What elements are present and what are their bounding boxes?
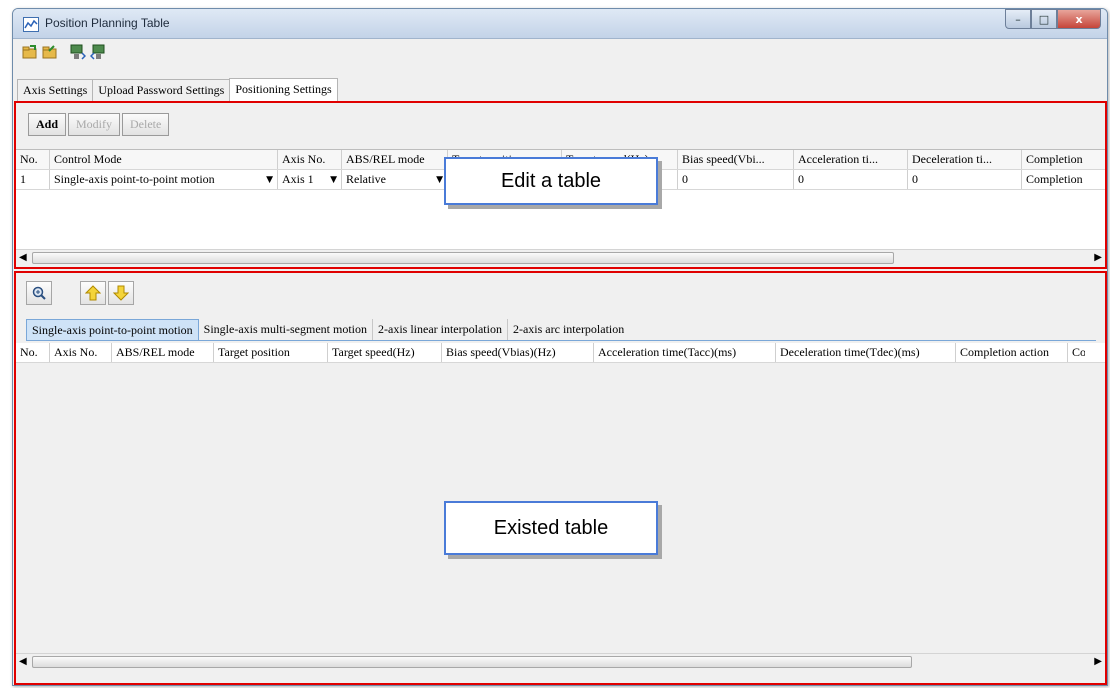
title-bar[interactable]: Position Planning Table – □ x	[13, 9, 1107, 39]
column-header[interactable]: Acceleration time(Tacc)(ms)	[594, 343, 776, 362]
tab-2-axis-arc-interpolation[interactable]: 2-axis arc interpolation	[508, 319, 629, 340]
window-controls: – □ x	[1005, 9, 1101, 29]
column-header[interactable]: Deceleration ti...	[908, 150, 1022, 169]
completion-cell[interactable]: Completion	[1022, 170, 1105, 189]
add-button[interactable]: Add	[28, 113, 67, 136]
scroll-left-icon[interactable]: ◀	[19, 656, 27, 667]
toolbar	[13, 39, 1107, 65]
bias-speed-cell[interactable]: 0	[678, 170, 794, 189]
column-header[interactable]: Axis No.	[278, 150, 342, 169]
main-tabs: Axis Settings Upload Password Settings P…	[17, 78, 338, 101]
dropdown-arrow-icon[interactable]: ▼	[436, 175, 443, 185]
dropdown-arrow-icon[interactable]: ▼	[266, 175, 273, 185]
tab-axis-settings[interactable]: Axis Settings	[17, 79, 94, 101]
column-header[interactable]: Acceleration ti...	[794, 150, 908, 169]
column-header[interactable]: ABS/REL mode	[342, 150, 448, 169]
maximize-button[interactable]: □	[1031, 9, 1057, 29]
dropdown-value: Relative	[346, 172, 386, 186]
cell-no: 1	[16, 170, 50, 189]
search-icon[interactable]	[26, 281, 52, 305]
existing-table-panel: Single-axis point-to-point motion Single…	[14, 271, 1107, 685]
minimize-button[interactable]: –	[1005, 9, 1031, 29]
scroll-thumb[interactable]	[32, 656, 912, 668]
control-mode-dropdown[interactable]: Single-axis point-to-point motion ▼	[50, 170, 278, 189]
existing-table-header: No. Axis No. ABS/REL mode Target positio…	[16, 343, 1105, 363]
column-header[interactable]: Bias speed(Vbi...	[678, 150, 794, 169]
existing-icon-row	[26, 281, 136, 305]
edit-table-callout: Edit a table	[444, 157, 658, 205]
save-folder-icon[interactable]	[41, 43, 59, 61]
delete-button[interactable]: Delete	[122, 113, 170, 136]
abs-rel-dropdown[interactable]: Relative ▼	[342, 170, 448, 189]
column-header[interactable]: Target position	[214, 343, 328, 362]
existed-table-callout: Existed table	[444, 501, 658, 555]
tab-upload-password-settings[interactable]: Upload Password Settings	[92, 79, 231, 101]
tab-2-axis-linear-interpolation[interactable]: 2-axis linear interpolation	[373, 319, 508, 340]
move-down-icon[interactable]	[108, 281, 134, 305]
download-plc-icon[interactable]	[69, 43, 87, 61]
app-chart-icon	[23, 17, 39, 32]
tab-positioning-settings[interactable]: Positioning Settings	[229, 78, 338, 101]
horizontal-scrollbar[interactable]: ◀ ▶	[16, 653, 1105, 670]
deceleration-time-cell[interactable]: 0	[908, 170, 1022, 189]
dropdown-value: Single-axis point-to-point motion	[54, 172, 215, 186]
column-header[interactable]: No.	[16, 150, 50, 169]
scroll-right-icon[interactable]: ▶	[1094, 656, 1102, 667]
window-title: Position Planning Table	[45, 16, 170, 30]
tab-single-axis-point-to-point[interactable]: Single-axis point-to-point motion	[26, 319, 199, 340]
column-header[interactable]: Completion action	[956, 343, 1068, 362]
axis-no-dropdown[interactable]: Axis 1 ▼	[278, 170, 342, 189]
close-button[interactable]: x	[1057, 9, 1101, 29]
column-header[interactable]: Co	[1068, 343, 1085, 362]
scroll-left-icon[interactable]: ◀	[19, 252, 27, 263]
column-header[interactable]: ABS/REL mode	[112, 343, 214, 362]
column-header[interactable]: Bias speed(Vbias)(Hz)	[442, 343, 594, 362]
column-header[interactable]: No.	[16, 343, 50, 362]
upload-plc-icon[interactable]	[89, 43, 107, 61]
position-planning-window: Position Planning Table – □ x Axis Setti…	[12, 8, 1108, 686]
modify-button[interactable]: Modify	[68, 113, 121, 136]
edit-table-panel: Add Modify Delete No. Control Mode Axis …	[14, 101, 1107, 269]
scroll-right-icon[interactable]: ▶	[1094, 252, 1102, 263]
scroll-thumb[interactable]	[32, 252, 894, 264]
column-header[interactable]: Axis No.	[50, 343, 112, 362]
column-header[interactable]: Control Mode	[50, 150, 278, 169]
dropdown-arrow-icon[interactable]: ▼	[330, 175, 337, 185]
acceleration-time-cell[interactable]: 0	[794, 170, 908, 189]
column-header[interactable]: Completion	[1022, 150, 1105, 169]
horizontal-scrollbar[interactable]: ◀ ▶	[16, 249, 1105, 266]
edit-button-row: Add Modify Delete	[28, 113, 170, 136]
column-header[interactable]: Target speed(Hz)	[328, 343, 442, 362]
open-folder-icon[interactable]	[21, 43, 39, 61]
dropdown-value: Axis 1	[282, 172, 314, 186]
move-up-icon[interactable]	[80, 281, 106, 305]
column-header[interactable]: Deceleration time(Tdec)(ms)	[776, 343, 956, 362]
motion-type-tabs: Single-axis point-to-point motion Single…	[26, 319, 1096, 341]
tab-single-axis-multi-segment[interactable]: Single-axis multi-segment motion	[199, 319, 373, 340]
